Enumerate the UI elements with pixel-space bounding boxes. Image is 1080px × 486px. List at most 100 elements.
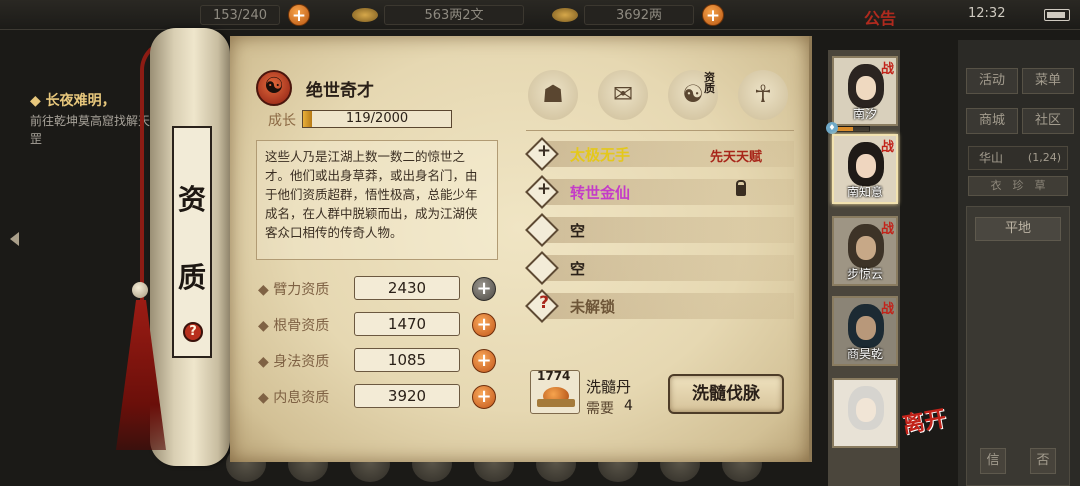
- collapse-left-arrow-icon[interactable]: [10, 232, 19, 246]
- slot-talent-name: 未解锁: [570, 298, 616, 316]
- gold-ingot-icon: [552, 8, 578, 22]
- terrain-label: 平地: [1004, 221, 1031, 236]
- quest-description: 前往乾坤莫高窟找解天罡: [30, 114, 151, 146]
- scroll-map-icon: ✉: [612, 80, 634, 108]
- silver-value: 563两2文: [384, 5, 524, 25]
- talent-slot[interactable]: 空: [525, 251, 796, 285]
- marrow-wash-button[interactable]: 洗髓伐脉: [668, 374, 784, 414]
- talent-slot[interactable]: 空: [525, 213, 796, 247]
- bagua-talent-icon: [256, 70, 292, 106]
- talent-slot[interactable]: + 转世金仙: [525, 175, 796, 209]
- pill-need-label: 需要: [586, 401, 614, 417]
- stat-name: ◆ 身法资质: [258, 354, 330, 370]
- straw-hat-character-icon: ☗: [542, 80, 564, 108]
- community-button[interactable]: 社区: [1022, 108, 1074, 134]
- stat-row-agility: ◆ 身法资质 1085 +: [258, 348, 498, 374]
- quest-title: ◆ 长夜难明，: [30, 93, 116, 109]
- growth-progress-text: 119/2000: [345, 111, 409, 126]
- help-question-icon[interactable]: ?: [183, 322, 203, 342]
- lock-icon: [736, 180, 746, 196]
- hp-badge-icon: ♦: [826, 122, 838, 134]
- slot-talent-name: 转世金仙: [570, 184, 631, 202]
- stat-name: ◆ 根骨资质: [258, 318, 330, 334]
- tassel-bead: [132, 282, 148, 298]
- stat-value: 3920: [354, 384, 460, 408]
- activity-button[interactable]: 活动: [966, 68, 1018, 94]
- portrait-face: [856, 398, 876, 422]
- character-name: 南汐: [852, 107, 877, 121]
- pill-need-value: 4: [624, 398, 633, 414]
- portrait-face: [856, 76, 876, 100]
- add-stamina-button[interactable]: +: [288, 4, 310, 26]
- growth-progress-bar: 119/2000: [302, 110, 452, 128]
- mail-button[interactable]: 信: [980, 448, 1006, 474]
- leave-button[interactable]: 离开: [900, 400, 949, 439]
- top-resource-bar: 153/240 + 563两2文 3692两 + 公告 12:32: [0, 0, 1080, 30]
- pill-count: 1774: [537, 369, 571, 383]
- gold-value: 3692两: [584, 5, 694, 25]
- increase-agility-button[interactable]: +: [472, 349, 496, 373]
- body-figure-icon: ☥: [754, 80, 772, 108]
- tab-divider: [526, 130, 794, 131]
- stat-row-constitution: ◆ 根骨资质 1470 +: [258, 312, 498, 338]
- question-icon: ?: [539, 293, 549, 313]
- slot-innate-tag: 先天天赋: [710, 150, 763, 165]
- terrain-list: 平地: [966, 206, 1070, 486]
- terrain-item[interactable]: 平地: [975, 217, 1061, 241]
- talent-description-box: 这些人乃是江湖上数一数二的惊世之才。他们或出身草莽，或出身名门，由于他们资质超群…: [256, 140, 498, 260]
- slot-talent-name: 空: [570, 260, 586, 278]
- talent-name: 绝世奇才: [306, 81, 374, 101]
- stat-value: 2430: [354, 276, 460, 300]
- silver-coin-icon: [352, 8, 378, 22]
- tab-aptitude[interactable]: ☯ 资质: [668, 70, 718, 120]
- battle-badge: 战: [880, 62, 894, 77]
- tab-equipment[interactable]: ✉: [598, 70, 648, 120]
- character-name: 商昊乾: [846, 347, 883, 361]
- character-name: 步惊云: [846, 267, 883, 281]
- notice-button[interactable]: 公告: [864, 5, 896, 29]
- character-card[interactable]: 战 南知意: [832, 134, 898, 204]
- battle-badge: 战: [880, 222, 894, 237]
- slot-talent-name: 太极无手: [570, 146, 631, 164]
- character-card[interactable]: 战 商昊乾: [832, 296, 898, 366]
- filter-strip[interactable]: 衣 珍 草: [968, 176, 1068, 196]
- character-card[interactable]: 战 南汐: [832, 56, 898, 126]
- misc-button[interactable]: 否: [1030, 448, 1056, 474]
- resource-silver: 563两2文: [352, 4, 524, 26]
- tab-aptitude-label: 资质: [704, 71, 715, 95]
- plus-icon: +: [536, 141, 552, 161]
- resource-gold: 3692两 +: [552, 4, 724, 26]
- location-field: 华山 (1,24): [968, 146, 1068, 170]
- increase-inner-energy-button[interactable]: +: [472, 385, 496, 409]
- tab-meridians[interactable]: ☥: [738, 70, 788, 120]
- growth-label: 成长: [268, 113, 296, 129]
- character-name: 南知意: [846, 185, 883, 199]
- slot-talent-name: 空: [570, 222, 586, 240]
- portrait-face: [856, 154, 876, 178]
- talent-slot-locked[interactable]: ? 未解锁: [525, 289, 796, 323]
- scroll-title-char-2: 质: [177, 261, 206, 294]
- stat-value: 1470: [354, 312, 460, 336]
- scroll-title-label: 资 质 ?: [172, 126, 212, 358]
- menu-button[interactable]: 菜单: [1022, 68, 1074, 94]
- stat-value: 1085: [354, 348, 460, 372]
- stat-row-inner-energy: ◆ 内息资质 3920 +: [258, 384, 498, 410]
- pill-name: 洗髓丹: [586, 378, 632, 396]
- portrait-face: [856, 316, 876, 340]
- location-coords: (1,24): [1027, 151, 1061, 164]
- add-gold-button[interactable]: +: [702, 4, 724, 26]
- character-card[interactable]: 战 步惊云: [832, 216, 898, 286]
- shop-button[interactable]: 商城: [966, 108, 1018, 134]
- marrow-pill-item[interactable]: 1774: [530, 369, 580, 414]
- quest-tracker[interactable]: ◆ 长夜难明， 前往乾坤莫高窟找解天罡: [30, 90, 150, 148]
- stamina-value: 153/240: [200, 5, 280, 25]
- portrait-face: [856, 236, 876, 260]
- increase-strength-button[interactable]: +: [472, 277, 496, 301]
- talent-description: 这些人乃是江湖上数一数二的惊世之才。他们或出身草莽，或出身名门，由于他们资质超群…: [265, 149, 478, 240]
- character-card[interactable]: [832, 378, 898, 448]
- battery-icon: [1044, 9, 1070, 21]
- talent-slot[interactable]: + 太极无手 先天天赋: [525, 137, 796, 171]
- increase-constitution-button[interactable]: +: [472, 313, 496, 337]
- scroll-title-char-1: 资: [177, 183, 206, 216]
- tab-character[interactable]: ☗: [528, 70, 578, 120]
